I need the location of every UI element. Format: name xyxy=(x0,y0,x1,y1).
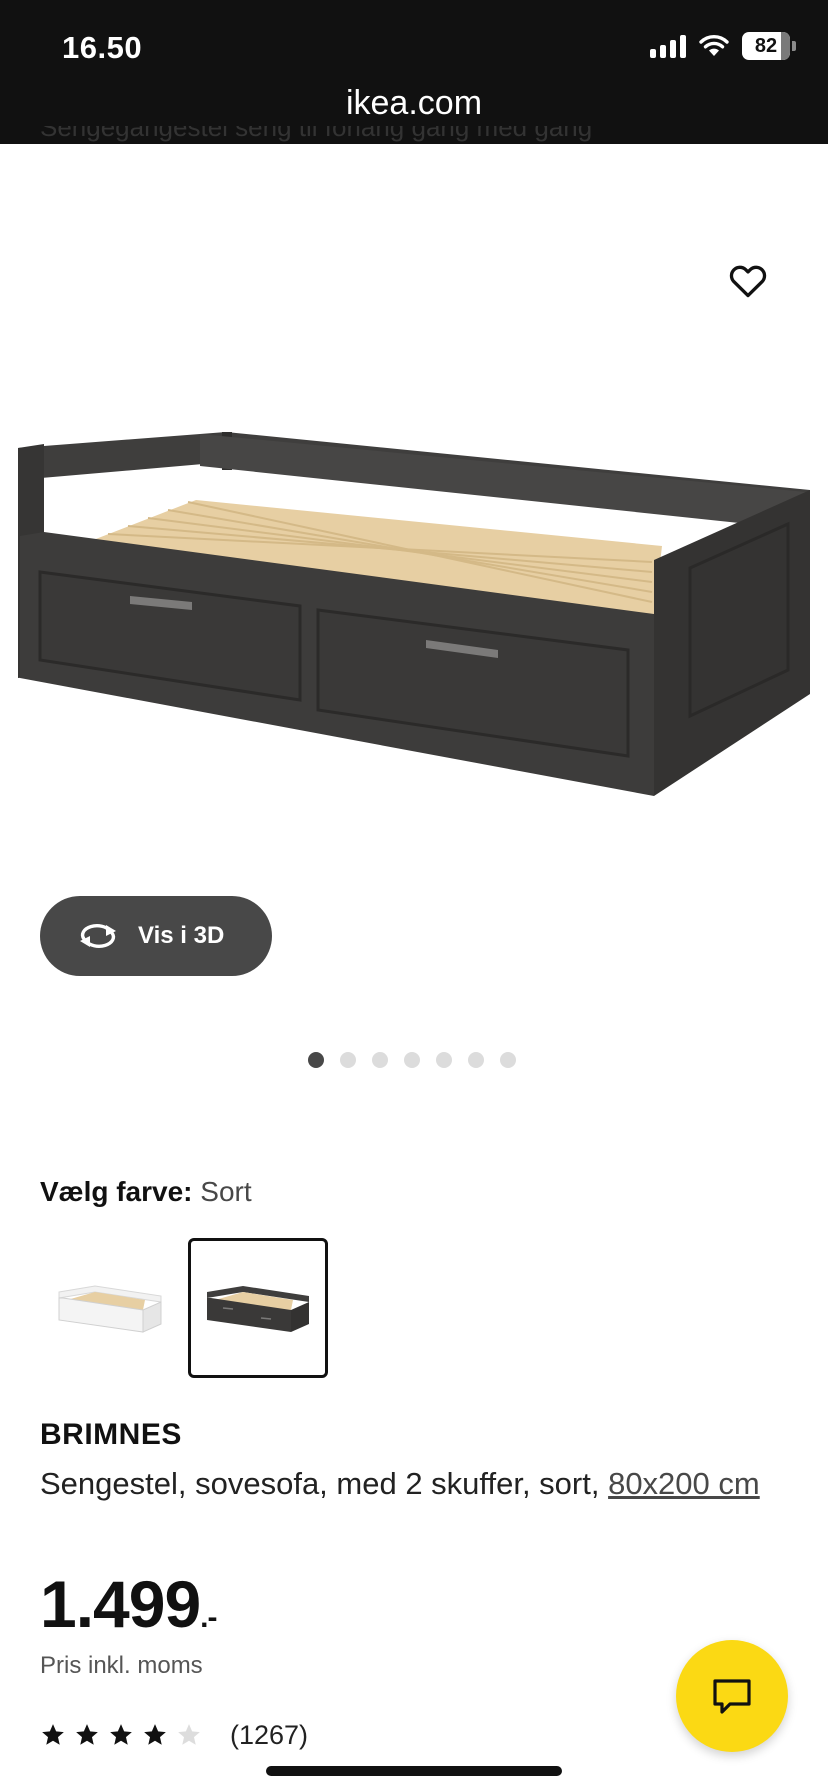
price-value: 1.499 xyxy=(40,1567,201,1641)
color-swatch-hvid[interactable] xyxy=(40,1238,180,1378)
wifi-icon xyxy=(699,35,729,56)
product-description: Sengestel, sovesofa, med 2 skuffer, sort… xyxy=(40,1460,780,1508)
carousel-pagination xyxy=(308,1052,516,1068)
chat-button[interactable] xyxy=(676,1640,788,1752)
star-empty-icon xyxy=(178,1724,200,1745)
battery-level-text: 82 xyxy=(754,34,778,57)
white-daybed-thumbnail xyxy=(58,1285,162,1333)
rating-stars[interactable] xyxy=(40,1722,202,1748)
carousel-dot[interactable] xyxy=(372,1052,388,1068)
black-daybed-thumbnail xyxy=(207,1286,309,1332)
carousel-dot[interactable] xyxy=(500,1052,516,1068)
status-time: 16.50 xyxy=(62,30,143,65)
battery-icon: 82 xyxy=(742,32,796,60)
cellular-signal-icon xyxy=(650,34,686,58)
url-bar[interactable]: ikea.com xyxy=(0,84,828,123)
price-suffix: .- xyxy=(200,1601,217,1634)
carousel-dot[interactable] xyxy=(404,1052,420,1068)
status-bar: 16.50 82 ikea.com xyxy=(0,0,828,144)
view-in-3d-button[interactable]: Vis i 3D xyxy=(40,896,272,976)
star-filled-icon xyxy=(42,1724,64,1745)
product-size-link[interactable]: 80x200 cm xyxy=(608,1466,760,1501)
product-price: 1.499.- xyxy=(40,1566,218,1642)
product-brand: BRIMNES xyxy=(40,1418,182,1451)
price-note: Pris inkl. moms xyxy=(40,1652,203,1679)
carousel-dot[interactable] xyxy=(468,1052,484,1068)
star-filled-icon xyxy=(110,1724,132,1745)
favorite-button[interactable] xyxy=(726,258,770,302)
home-indicator xyxy=(266,1766,562,1776)
carousel-dot[interactable] xyxy=(340,1052,356,1068)
color-swatch-sort[interactable] xyxy=(188,1238,328,1378)
scrolled-off-text: Sengegangestel seng til forlang gang med… xyxy=(40,126,593,142)
star-filled-icon xyxy=(144,1724,166,1745)
status-icons: 82 xyxy=(650,32,796,60)
rotate-3d-icon xyxy=(80,924,116,948)
heart-icon xyxy=(729,265,767,298)
star-filled-icon xyxy=(76,1724,98,1745)
chat-icon xyxy=(713,1679,751,1714)
product-image[interactable] xyxy=(0,400,828,820)
carousel-dot[interactable] xyxy=(308,1052,324,1068)
color-label: Vælg farve: xyxy=(40,1176,193,1207)
product-description-text: Sengestel, sovesofa, med 2 skuffer, sort… xyxy=(40,1466,609,1501)
color-selection-label: Vælg farve: Sort xyxy=(40,1176,252,1208)
selected-color-value: Sort xyxy=(200,1176,252,1207)
view-in-3d-label: Vis i 3D xyxy=(138,922,225,949)
review-count[interactable]: (1267) xyxy=(230,1720,308,1751)
carousel-dot[interactable] xyxy=(436,1052,452,1068)
